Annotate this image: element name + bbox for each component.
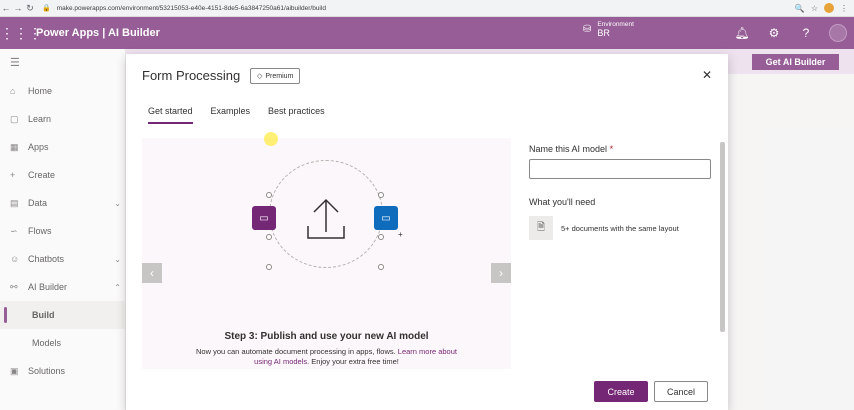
dialog-tabs: Get started Examples Best practices — [148, 106, 325, 124]
upload-icon — [307, 198, 345, 239]
circle-dot — [266, 234, 272, 240]
circle-dot — [378, 264, 384, 270]
requirement-item: 5+ documents with the same layout — [561, 224, 679, 233]
circle-dot — [266, 192, 272, 198]
document-icon: 🗎 — [529, 216, 553, 240]
requirements-heading: What you'll need — [529, 197, 596, 207]
tab-best-practices[interactable]: Best practices — [268, 106, 325, 124]
step-description: Now you can automate document processing… — [192, 347, 461, 367]
diamond-icon: ◇ — [257, 73, 263, 80]
back-icon[interactable]: ← — [0, 0, 12, 17]
dialog-title: Form Processing — [142, 68, 241, 83]
lock-icon: 🔒 — [42, 5, 51, 12]
name-label-text: Name this AI model — [529, 144, 608, 154]
carousel-next-button[interactable]: › — [491, 263, 511, 283]
onboarding-carousel: ‹ › ▭ ▭ + Step 3: Publish and use your n… — [142, 138, 511, 369]
circle-dot — [266, 264, 272, 270]
name-field-label: Name this AI model * — [529, 144, 613, 154]
premium-label: Premium — [265, 72, 294, 80]
app-icon: ▭ — [252, 206, 276, 230]
tab-examples[interactable]: Examples — [211, 106, 251, 124]
address-bar[interactable]: make.powerapps.com/environment/53215053-… — [57, 5, 326, 12]
plus-icon: + — [398, 230, 403, 239]
create-button[interactable]: Create — [594, 381, 648, 402]
carousel-prev-button[interactable]: ‹ — [142, 263, 162, 283]
forward-icon[interactable]: → — [12, 0, 24, 17]
step-title: Step 3: Publish and use your new AI mode… — [224, 331, 429, 342]
reload-icon[interactable]: ↻ — [24, 0, 36, 17]
premium-badge: ◇ Premium — [250, 68, 301, 84]
circle-dot — [378, 234, 384, 240]
profile-icon[interactable] — [824, 3, 834, 13]
form-processing-dialog: Form Processing ◇ Premium ✕ Get started … — [126, 54, 728, 410]
required-mark: * — [609, 144, 614, 154]
tab-get-started[interactable]: Get started — [148, 106, 193, 124]
step-description-text: Now you can automate document processing… — [196, 347, 398, 356]
step-description-text: Enjoy your extra free time! — [309, 357, 399, 367]
mouse-cursor-highlight — [264, 132, 278, 146]
browser-toolbar: ← → ↻ 🔒 make.powerapps.com/environment/5… — [0, 0, 854, 17]
menu-icon[interactable]: ⋮ — [840, 4, 848, 13]
model-name-input[interactable] — [529, 159, 711, 179]
flow-app-icon: ▭ — [374, 206, 398, 230]
close-icon[interactable]: ✕ — [702, 68, 712, 82]
circle-dot — [378, 192, 384, 198]
dialog-scrollbar[interactable] — [720, 142, 725, 332]
zoom-icon[interactable]: 🔍 — [795, 4, 805, 13]
cancel-button[interactable]: Cancel — [654, 381, 708, 402]
star-icon[interactable]: ☆ — [811, 4, 818, 13]
